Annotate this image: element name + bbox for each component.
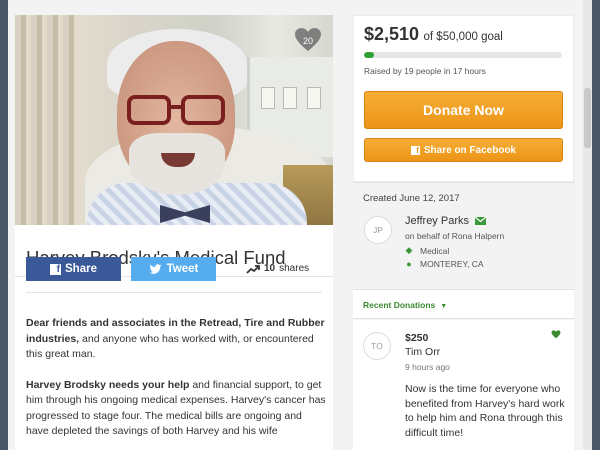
progress-bar <box>364 52 562 58</box>
progress-fill <box>364 52 374 58</box>
story-paragraph: Dear friends and associates in the Retre… <box>26 317 325 360</box>
divider <box>26 292 322 293</box>
organizer-name-text: Jeffrey Parks <box>405 215 469 227</box>
tweet-button[interactable]: Tweet <box>131 257 216 281</box>
category-row[interactable]: ◆ Medical <box>405 245 450 256</box>
donate-now-button[interactable]: Donate Now <box>364 91 563 129</box>
facebook-icon: f <box>50 263 62 275</box>
donation-message: Now is the time for everyone who benefit… <box>405 383 565 439</box>
tag-icon: ◆ <box>405 245 413 255</box>
donor-avatar: TO <box>363 332 391 360</box>
goal-text: of $50,000 goal <box>423 31 503 43</box>
raised-amount: $2,510 <box>364 24 420 44</box>
shares-count: 10 shares <box>246 263 309 274</box>
campaign-photo[interactable]: 20 <box>15 15 333 225</box>
donation-item: TO $250 Tim Orr 9 hours ago Now is the t… <box>353 320 574 450</box>
scrollbar-thumb[interactable] <box>584 88 591 148</box>
scrollbar[interactable] <box>583 0 592 450</box>
created-date: Created June 12, 2017 <box>363 193 460 204</box>
story-paragraph: Harvey Brodsky needs your help and finan… <box>26 378 326 438</box>
trending-icon <box>246 264 260 274</box>
facebook-icon: f <box>410 145 420 155</box>
caret-down-icon: ▼ <box>440 303 448 310</box>
like-button[interactable]: 20 <box>294 27 322 53</box>
donation-time: 9 hours ago <box>405 362 450 372</box>
raised-summary: $2,510 of $50,000 goal <box>364 24 503 45</box>
shares-suffix: shares <box>279 263 310 274</box>
recent-donations-header[interactable]: Recent Donations ▼ <box>353 289 574 319</box>
divider <box>353 182 574 183</box>
recent-donations-label: Recent Donations <box>363 300 436 310</box>
mail-icon[interactable] <box>475 217 486 225</box>
location-text: MONTEREY, CA <box>420 259 484 269</box>
donor-name: Tim Orr <box>405 346 441 358</box>
donation-panel: $2,510 of $50,000 goal Raised by 19 peop… <box>353 15 574 182</box>
share-on-facebook-button[interactable]: f Share on Facebook <box>364 138 563 162</box>
share-on-facebook-label: Share on Facebook <box>423 144 517 156</box>
campaign-story: Dear friends and associates in the Retre… <box>26 316 326 450</box>
organizer-name[interactable]: Jeffrey Parks <box>405 215 486 227</box>
recent-donations-toggle[interactable]: Recent Donations ▼ <box>363 300 447 310</box>
shares-number: 10 <box>264 263 276 274</box>
category-text: Medical <box>420 245 450 256</box>
facebook-share-label: Share <box>65 263 97 275</box>
map-pin-icon: ● <box>406 259 412 269</box>
organizer-avatar[interactable]: JP <box>364 216 392 244</box>
facebook-share-button[interactable]: f Share <box>26 257 121 281</box>
on-behalf-text: on behalf of Rona Halpern <box>405 231 505 241</box>
location-row: ● MONTEREY, CA <box>405 259 484 269</box>
donation-amount: $250 <box>405 332 429 344</box>
twitter-bird-icon <box>149 263 162 274</box>
raised-by-text: Raised by 19 people in 17 hours <box>364 66 486 76</box>
tweet-label: Tweet <box>166 263 199 275</box>
like-count: 20 <box>302 35 313 46</box>
heart-icon[interactable] <box>551 330 561 339</box>
